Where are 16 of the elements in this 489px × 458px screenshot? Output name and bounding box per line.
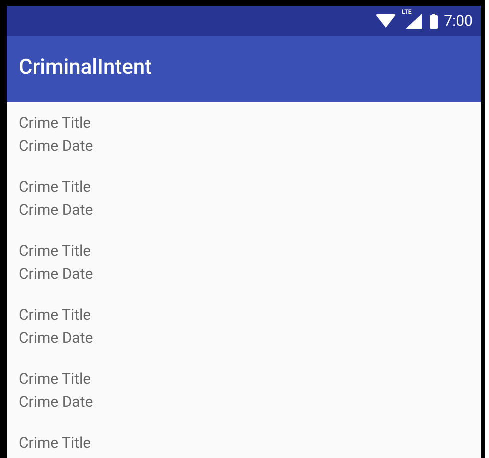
crime-date: Crime Date — [19, 328, 94, 349]
crime-title[interactable]: Crime Title — [19, 432, 92, 455]
crime-date: Crime Date — [19, 200, 94, 221]
crime-title[interactable]: Crime Title — [19, 368, 92, 391]
crime-title[interactable]: Crime Title — [19, 112, 92, 135]
crime-date: Crime Date — [19, 264, 94, 285]
crime-title[interactable]: Crime Title — [19, 240, 92, 263]
clock-time: 7:00 — [444, 10, 473, 32]
battery-icon — [430, 14, 438, 28]
crime-date: Crime Date — [19, 136, 94, 157]
crime-title[interactable]: Crime Title — [19, 176, 92, 199]
app-title: CriminalIntent — [19, 55, 152, 82]
signal-icon — [406, 14, 422, 29]
crime-date: Crime Date — [19, 392, 94, 413]
crime-title[interactable]: Crime Title — [19, 304, 92, 327]
wifi-icon — [376, 14, 396, 28]
